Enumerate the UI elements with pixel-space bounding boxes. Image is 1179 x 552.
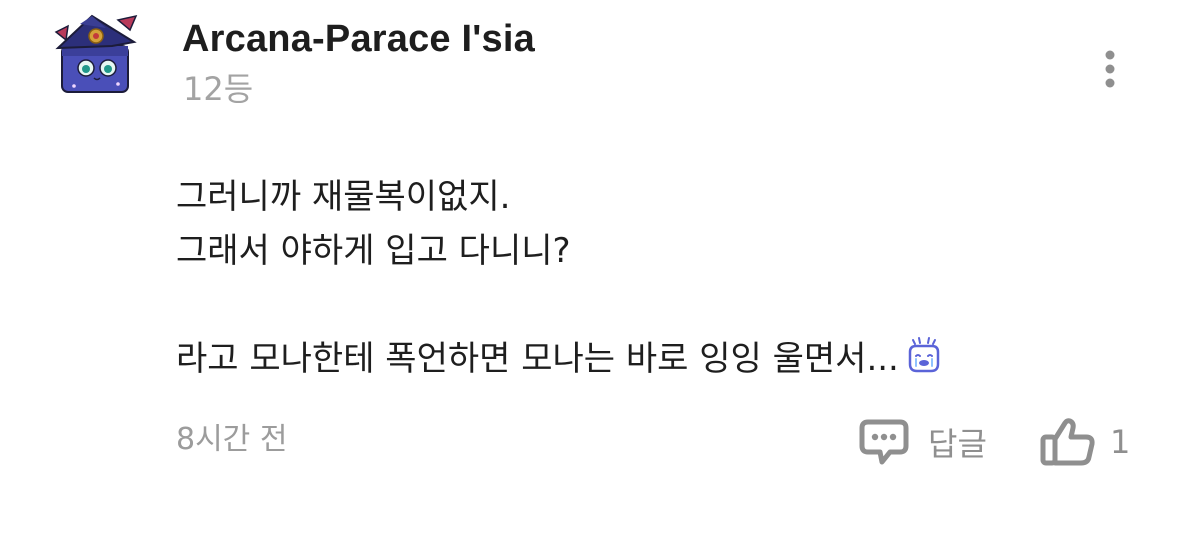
author-rank: 12등 <box>183 70 254 108</box>
speech-bubble-icon <box>859 419 909 465</box>
more-options-button[interactable] <box>1090 44 1130 94</box>
comment-line: 그래서 야하게 입고 다니니? <box>176 231 571 271</box>
comment-line: 그러니까 재물복이없지. <box>176 177 511 217</box>
comment-timestamp: 8시간 전 <box>176 422 288 457</box>
like-count: 1 <box>1110 423 1131 461</box>
reply-button[interactable]: 답글 <box>858 412 987 472</box>
like-button[interactable]: 1 <box>1040 412 1130 472</box>
more-vertical-icon <box>1105 50 1115 88</box>
comment-body: 그러니까 재물복이없지. 그래서 야하게 입고 다니니? 라고 모나한테 폭언하… <box>176 170 1136 386</box>
author-name[interactable]: Arcana-Parace I'sia <box>182 16 535 62</box>
comment-line <box>176 278 1136 332</box>
crying-face-emoji <box>905 336 943 390</box>
comment-line-with-emoji: 라고 모나한테 폭언하면 모나는 바로 잉잉 울면서... <box>176 332 1136 386</box>
avatar[interactable] <box>52 12 142 98</box>
avatar-image <box>54 14 138 93</box>
comment-line-text: 라고 모나한테 폭언하면 모나는 바로 잉잉 울면서... <box>176 339 899 379</box>
thumbs-up-icon <box>1040 418 1095 466</box>
reply-label: 답글 <box>928 425 987 463</box>
